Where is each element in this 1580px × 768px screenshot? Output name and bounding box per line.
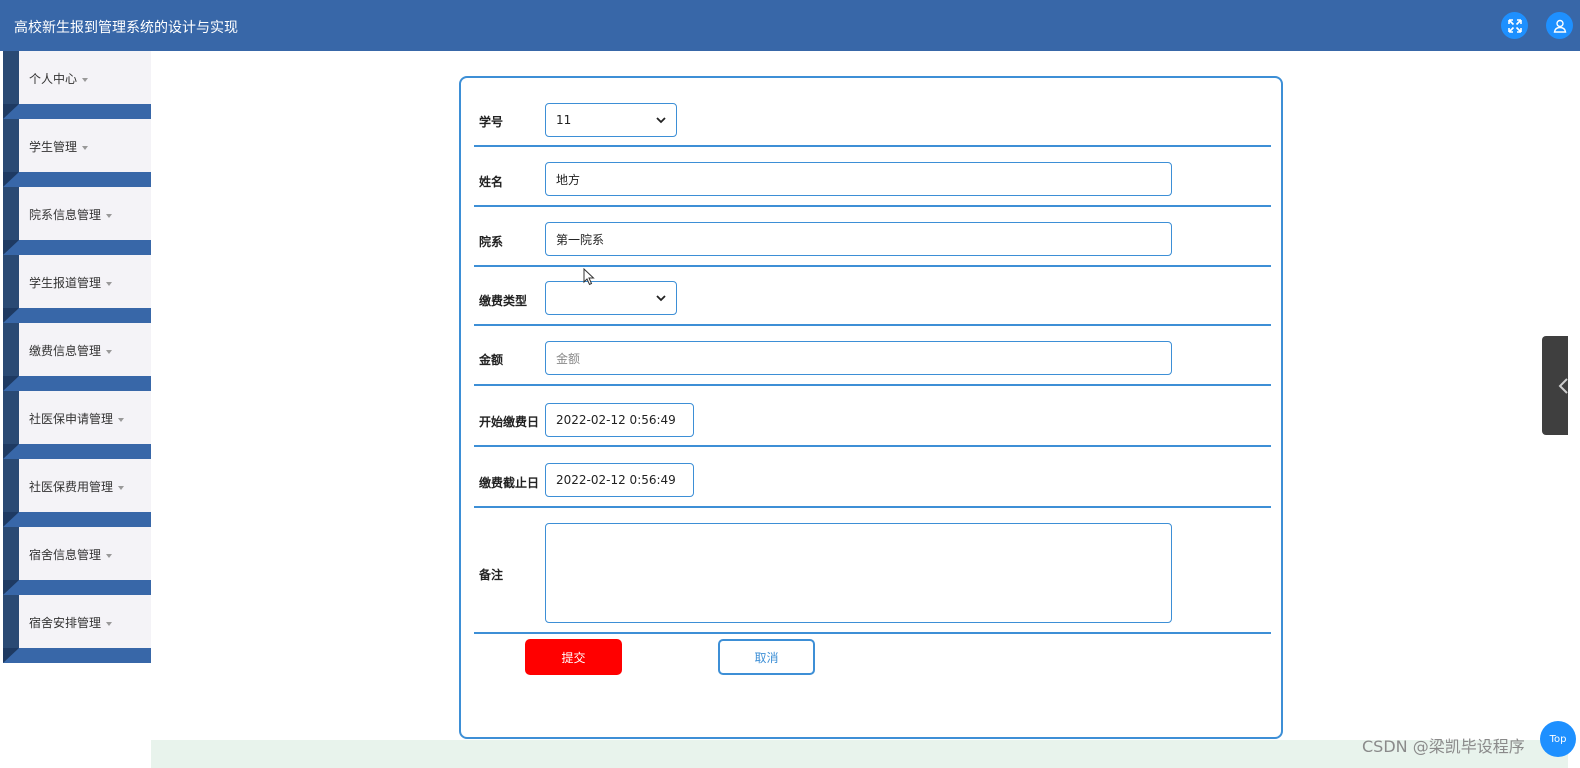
sidebar-item-label: 院系信息管理 — [29, 208, 102, 222]
name-input[interactable]: 地方 — [545, 162, 1172, 196]
sidebar-item-label: 学生报道管理 — [29, 276, 102, 290]
form-row-amount: 金额 金额 — [474, 326, 1271, 386]
form-row-start-date: 开始缴费日 2022-02-12 0:56:49 — [474, 386, 1271, 447]
name-label: 姓名 — [479, 175, 504, 189]
caret-down-icon — [106, 213, 113, 218]
chevron-down-icon — [656, 117, 666, 124]
student-id-select[interactable]: 11 — [545, 103, 677, 137]
app-title: 高校新生报到管理系统的设计与实现 — [14, 20, 238, 36]
side-panel-toggle[interactable] — [1542, 336, 1568, 435]
mouse-cursor-icon — [583, 268, 595, 286]
end-date-input[interactable]: 2022-02-12 0:56:49 — [545, 463, 694, 497]
sidebar-item-dorm-assign[interactable]: 宿舍安排管理 — [3, 595, 151, 663]
sidebar-item-insurance-fees[interactable]: 社医保费用管理 — [3, 459, 151, 527]
caret-down-icon — [106, 553, 113, 558]
sidebar-item-students[interactable]: 学生管理 — [3, 119, 151, 187]
end-date-label: 缴费截止日 — [479, 476, 540, 490]
sidebar-item-label: 宿舍信息管理 — [29, 548, 102, 562]
amount-input[interactable]: 金额 — [545, 341, 1172, 375]
remark-textarea[interactable] — [545, 523, 1172, 623]
chevron-down-icon — [656, 295, 666, 302]
caret-down-icon — [82, 77, 89, 82]
form-row-remark: 备注 — [474, 508, 1271, 634]
sidebar-item-insurance-apply[interactable]: 社医保申请管理 — [3, 391, 151, 459]
form-row-name: 姓名 地方 — [474, 147, 1271, 207]
sidebar: 个人中心 学生管理 院系信息管理 学生报道管理 缴费信息管理 社医保申请管理 社… — [3, 51, 151, 663]
department-label: 院系 — [479, 235, 504, 249]
sidebar-item-departments[interactable]: 院系信息管理 — [3, 187, 151, 255]
student-id-label: 学号 — [479, 115, 504, 129]
remark-label: 备注 — [479, 568, 504, 582]
caret-down-icon — [106, 349, 113, 354]
footer-strip — [151, 740, 1568, 768]
cancel-button[interactable]: 取消 — [718, 639, 815, 675]
sidebar-item-label: 社医保申请管理 — [29, 412, 114, 426]
user-icon — [1553, 19, 1566, 33]
start-date-label: 开始缴费日 — [479, 415, 540, 429]
fee-type-select[interactable] — [545, 281, 677, 315]
form-row-department: 院系 第一院系 — [474, 207, 1271, 267]
sidebar-item-label: 社医保费用管理 — [29, 480, 114, 494]
caret-down-icon — [118, 485, 125, 490]
caret-down-icon — [118, 417, 125, 422]
caret-down-icon — [82, 145, 89, 150]
chevron-left-icon — [1558, 378, 1568, 394]
top-bar: 高校新生报到管理系统的设计与实现 — [0, 0, 1580, 51]
fee-type-label: 缴费类型 — [479, 294, 528, 308]
sidebar-item-label: 学生管理 — [29, 140, 78, 154]
expand-icon — [1507, 18, 1522, 33]
sidebar-item-profile[interactable]: 个人中心 — [3, 51, 151, 119]
back-to-top-button[interactable]: Top — [1540, 721, 1576, 757]
submit-button[interactable]: 提交 — [525, 639, 622, 675]
user-button[interactable] — [1546, 12, 1573, 39]
amount-label: 金额 — [479, 353, 504, 367]
watermark: CSDN @梁凯毕设程序 — [1362, 737, 1525, 756]
caret-down-icon — [106, 621, 113, 626]
caret-down-icon — [106, 281, 113, 286]
payment-form: 学号 11 姓名 地方 院系 第一院系 缴费类型 金额 金额 开始缴费日 202… — [459, 76, 1283, 739]
sidebar-item-label: 个人中心 — [29, 72, 78, 86]
sidebar-item-dorm-info[interactable]: 宿舍信息管理 — [3, 527, 151, 595]
start-date-input[interactable]: 2022-02-12 0:56:49 — [545, 403, 694, 437]
sidebar-item-label: 宿舍安排管理 — [29, 616, 102, 630]
sidebar-item-label: 缴费信息管理 — [29, 344, 102, 358]
form-row-student-id: 学号 11 — [474, 78, 1271, 147]
form-row-end-date: 缴费截止日 2022-02-12 0:56:49 — [474, 447, 1271, 508]
department-input[interactable]: 第一院系 — [545, 222, 1172, 256]
sidebar-item-registration[interactable]: 学生报道管理 — [3, 255, 151, 323]
sidebar-item-payments[interactable]: 缴费信息管理 — [3, 323, 151, 391]
fullscreen-button[interactable] — [1501, 12, 1528, 39]
